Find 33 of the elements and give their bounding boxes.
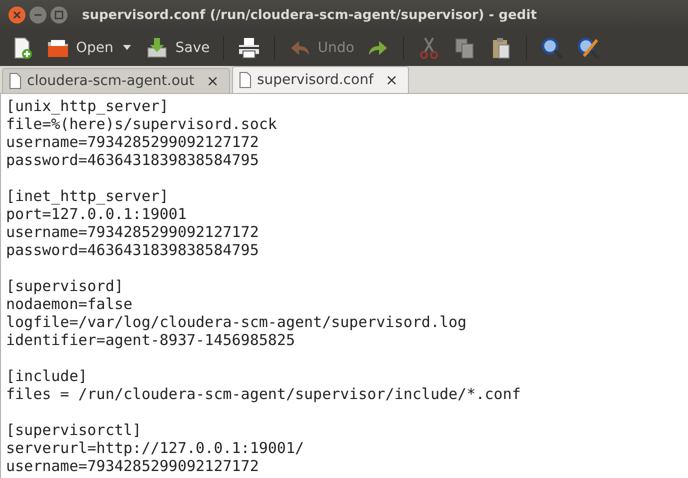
dropdown-caret-icon[interactable]: [123, 45, 132, 51]
code-line: logfile=/var/log/cloudera-scm-agent/supervisord.log: [6, 313, 467, 331]
document-tab[interactable]: cloudera-scm-agent.out ×: [2, 68, 230, 93]
code-line: [include]: [6, 367, 88, 385]
code-line: nodaemon=false: [6, 295, 132, 313]
close-tab-button[interactable]: ×: [385, 71, 398, 89]
code-line: [unix_http_server]: [6, 97, 169, 115]
tab-label: cloudera-scm-agent.out: [27, 73, 194, 89]
tab-label: supervisord.conf: [257, 72, 374, 88]
document-icon: [9, 73, 21, 89]
code-line: password=4636431839838584795: [6, 241, 259, 259]
save-button[interactable]: Save: [141, 33, 214, 63]
code-line: username=7934285299092127172: [6, 457, 259, 475]
code-line: serverurl=http://127.0.0.1:19001/: [6, 439, 304, 457]
code-line: [supervisorctl]: [6, 421, 142, 439]
code-line: identifier=agent-8937-1456985825: [6, 331, 295, 349]
open-button[interactable]: Open: [42, 33, 118, 63]
close-tab-button[interactable]: ×: [206, 72, 219, 90]
code-line: username=7934285299092127172: [6, 223, 259, 241]
document-icon: [239, 72, 251, 88]
minimize-icon[interactable]: [29, 6, 47, 24]
code-line: password=4636431839838584795: [6, 151, 259, 169]
code-line: port=127.0.0.1:19001: [6, 205, 187, 223]
code-line: [supervisord]: [6, 277, 124, 295]
code-line: [inet_http_server]: [6, 187, 169, 205]
close-icon[interactable]: [8, 6, 26, 24]
save-icon: [145, 36, 170, 60]
maximize-icon[interactable]: [50, 6, 68, 24]
document-tab[interactable]: supervisord.conf ×: [232, 66, 409, 93]
code-line: file=%(here)s/supervisord.sock: [6, 115, 277, 133]
window-title: supervisord.conf (/run/cloudera-scm-agent/supervisor) - gedit: [82, 8, 537, 22]
code-line: username=7934285299092127172: [6, 133, 259, 151]
code-line: files = /run/cloudera-scm-agent/supervisor/include/*.conf: [6, 385, 521, 403]
